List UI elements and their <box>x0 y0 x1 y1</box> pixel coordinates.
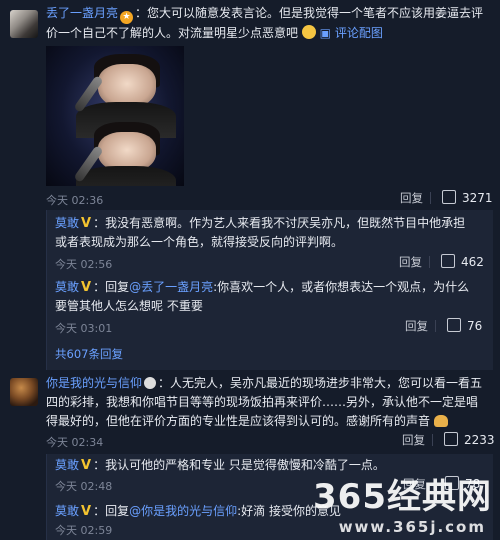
like-count: 76 <box>467 319 483 333</box>
more-replies-link[interactable]: 共607条回复 <box>55 346 123 362</box>
reply-time: 今天 02:59 <box>55 524 113 537</box>
thumbs-up-icon <box>441 254 455 268</box>
thumbs-up-icon <box>447 318 461 332</box>
mention-link[interactable]: @你是我的光与信仰 <box>129 504 237 518</box>
reply-time: 今天 03:01 <box>55 322 113 335</box>
like-button[interactable]: 3271 <box>442 190 493 205</box>
comment-image-link[interactable]: ▣ 评论配图 <box>320 26 383 40</box>
reply-body: ：我没有恶意啊。作为艺人来看我不讨厌吴亦凡，但既然节目中他承担或者表现成为那么一… <box>55 216 466 249</box>
reply-button[interactable]: 回复 <box>399 254 422 270</box>
comment-2: 你是我的光与信仰 ：人无完人，吴亦凡最近的现场进步非常大，您可以看一看五四的彩排，… <box>0 370 500 452</box>
clap-emoji-icon <box>433 415 448 427</box>
username-link[interactable]: 莫敢 <box>55 280 79 294</box>
verified-v-icon: V <box>81 458 92 473</box>
site-watermark-logo: 365经典网 <box>313 477 492 517</box>
like-button[interactable]: 2233 <box>444 432 495 447</box>
like-button[interactable]: 76 <box>447 318 482 333</box>
like-count: 2233 <box>464 433 495 447</box>
reply-button[interactable]: 回复 <box>402 432 425 448</box>
username-link[interactable]: 丢了一盏月亮 <box>46 6 118 20</box>
like-count: 3271 <box>462 191 493 205</box>
smile-emoji-icon <box>301 25 316 39</box>
comment-text: 丢了一盏月亮 ★ ：您大可以随意发表言论。但是我觉得一个笔者不应该用姜逼去评价一个自… <box>46 4 486 43</box>
thumbs-up-icon <box>444 432 458 446</box>
reply-time: 今天 02:48 <box>55 480 113 493</box>
like-count: 462 <box>461 255 484 269</box>
site-watermark-url: www.365j.com <box>338 518 486 536</box>
avatar[interactable] <box>10 378 38 406</box>
username-link[interactable]: 莫敢 <box>55 458 79 472</box>
divider <box>429 256 430 268</box>
comment-time: 今天 02:34 <box>46 436 104 449</box>
verified-v-icon: V <box>81 216 92 231</box>
weibo-comment-thread: 丢了一盏月亮 ★ ：您大可以随意发表言论。但是我觉得一个笔者不应该用姜逼去评价一个自… <box>0 0 500 540</box>
skull-emoji-icon <box>144 377 157 389</box>
thumbs-up-icon <box>442 190 456 204</box>
reply-text: 莫敢 V ：回复@丢了一盏月亮:你喜欢一个人，或者你想表达一个观点，为什么要管其他人… <box>55 280 470 313</box>
reply-button[interactable]: 回复 <box>400 190 423 206</box>
reply-text: 莫敢 V ：我没有恶意啊。作为艺人来看我不讨厌吴亦凡，但既然节目中他承担或者表现成为… <box>55 214 475 252</box>
verified-v-icon: V <box>81 280 92 295</box>
username-link[interactable]: 你是我的光与信仰 <box>46 376 142 390</box>
username-link[interactable]: 莫敢 <box>55 216 79 230</box>
username-link[interactable]: 莫敢 <box>55 504 79 518</box>
reply-time: 今天 02:56 <box>55 258 113 271</box>
divider <box>432 434 433 446</box>
gold-medal-icon: ★ <box>120 11 134 24</box>
comment-image[interactable] <box>46 46 184 186</box>
comment-time: 今天 02:36 <box>46 194 104 207</box>
comment-1: 丢了一盏月亮 ★ ：您大可以随意发表言论。但是我觉得一个笔者不应该用姜逼去评价一个自… <box>0 0 500 210</box>
mention-link[interactable]: @丢了一盏月亮 <box>129 280 213 294</box>
verified-v-icon: V <box>81 504 92 519</box>
comment-text: 你是我的光与信仰 ：人无完人，吴亦凡最近的现场进步非常大，您可以看一看五四的彩排，… <box>46 374 486 431</box>
like-button[interactable]: 462 <box>441 254 484 269</box>
divider <box>435 320 436 332</box>
divider <box>430 192 431 204</box>
reply-thread-1: 莫敢 V ：我没有恶意啊。作为艺人来看我不讨厌吴亦凡，但既然节目中他承担或者表现成为… <box>46 210 493 370</box>
reply-button[interactable]: 回复 <box>405 318 428 334</box>
avatar[interactable] <box>10 10 38 38</box>
